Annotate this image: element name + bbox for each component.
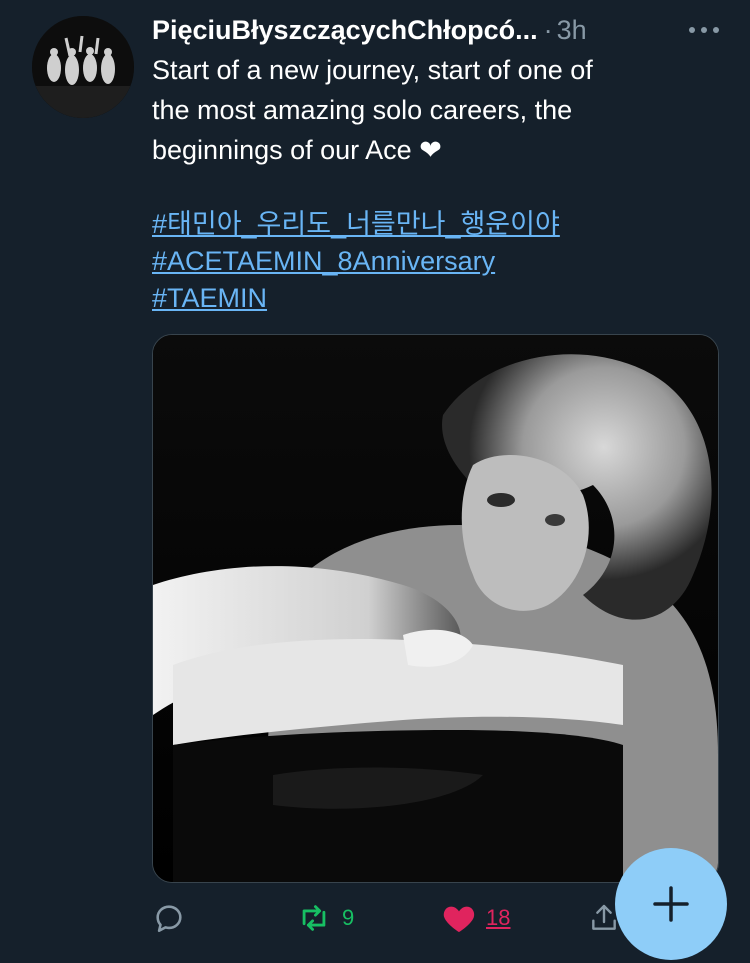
tweet-text-line: the most amazing solo careers, the [152, 95, 573, 125]
hashtag-link[interactable]: #태민아_우리도_너를만나_행운이야 [152, 206, 560, 243]
avatar[interactable] [32, 16, 134, 118]
tweet[interactable]: PięciuBłyszczącychChłopcó... · 3h Start … [0, 0, 750, 963]
plus-icon [653, 886, 689, 922]
tweet-header: PięciuBłyszczącychChłopcó... · 3h [152, 12, 732, 48]
hashtag-link[interactable]: #TAEMIN [152, 280, 560, 317]
author-name[interactable]: PięciuBłyszczącychChłopcó... [152, 15, 538, 46]
avatar-image [32, 16, 134, 118]
tweet-photo[interactable] [152, 334, 719, 883]
like-count[interactable]: 18 [486, 905, 510, 931]
tweet-text-line: beginnings of our Ace ❤ [152, 135, 442, 165]
photo-image [153, 335, 718, 882]
retweet-icon [302, 905, 326, 931]
retweet-button[interactable]: 9 [296, 890, 354, 946]
timestamp[interactable]: 3h [557, 15, 587, 46]
heart-icon [443, 906, 475, 933]
retweet-count: 9 [342, 905, 355, 930]
hashtag-link[interactable]: #ACETAEMIN_8Anniversary [152, 243, 560, 280]
reply-icon [156, 905, 182, 933]
like-button[interactable]: 18 [442, 890, 510, 946]
compose-tweet-button[interactable] [615, 848, 727, 960]
reply-button[interactable] [152, 890, 186, 946]
more-options-icon[interactable] [682, 12, 726, 48]
tweet-text-line: Start of a new journey, start of one of [152, 55, 593, 85]
hashtag-list: #태민아_우리도_너를만나_행운이야 #ACETAEMIN_8Anniversa… [152, 206, 560, 317]
separator-dot: · [543, 14, 553, 45]
tweet-text: Start of a new journey, start of one of … [152, 50, 722, 170]
